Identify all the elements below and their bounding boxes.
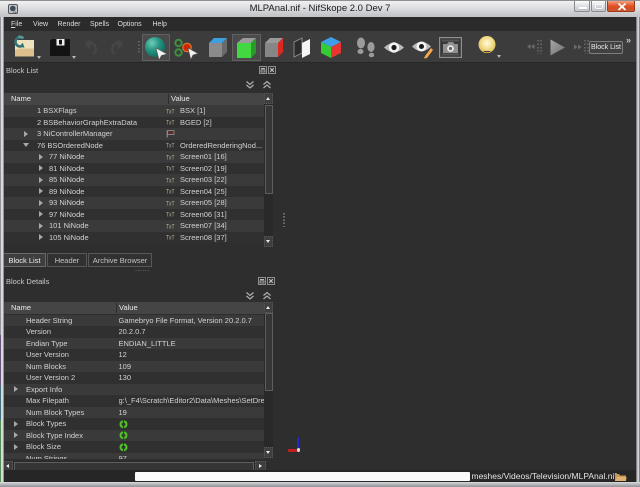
svg-text:TxT: TxT [166,223,175,229]
svg-text:TxT: TxT [166,154,175,160]
svg-text:TxT: TxT [166,189,175,195]
svg-text:TxT: TxT [166,200,175,206]
svg-text:TxT: TxT [166,212,175,218]
svg-text:TxT: TxT [166,143,175,149]
svg-text:TxT: TxT [166,120,175,126]
svg-text:TxT: TxT [166,108,175,114]
svg-text:TxT: TxT [166,166,175,172]
svg-text:TxT: TxT [166,177,175,183]
svg-text:TxT: TxT [166,235,175,241]
